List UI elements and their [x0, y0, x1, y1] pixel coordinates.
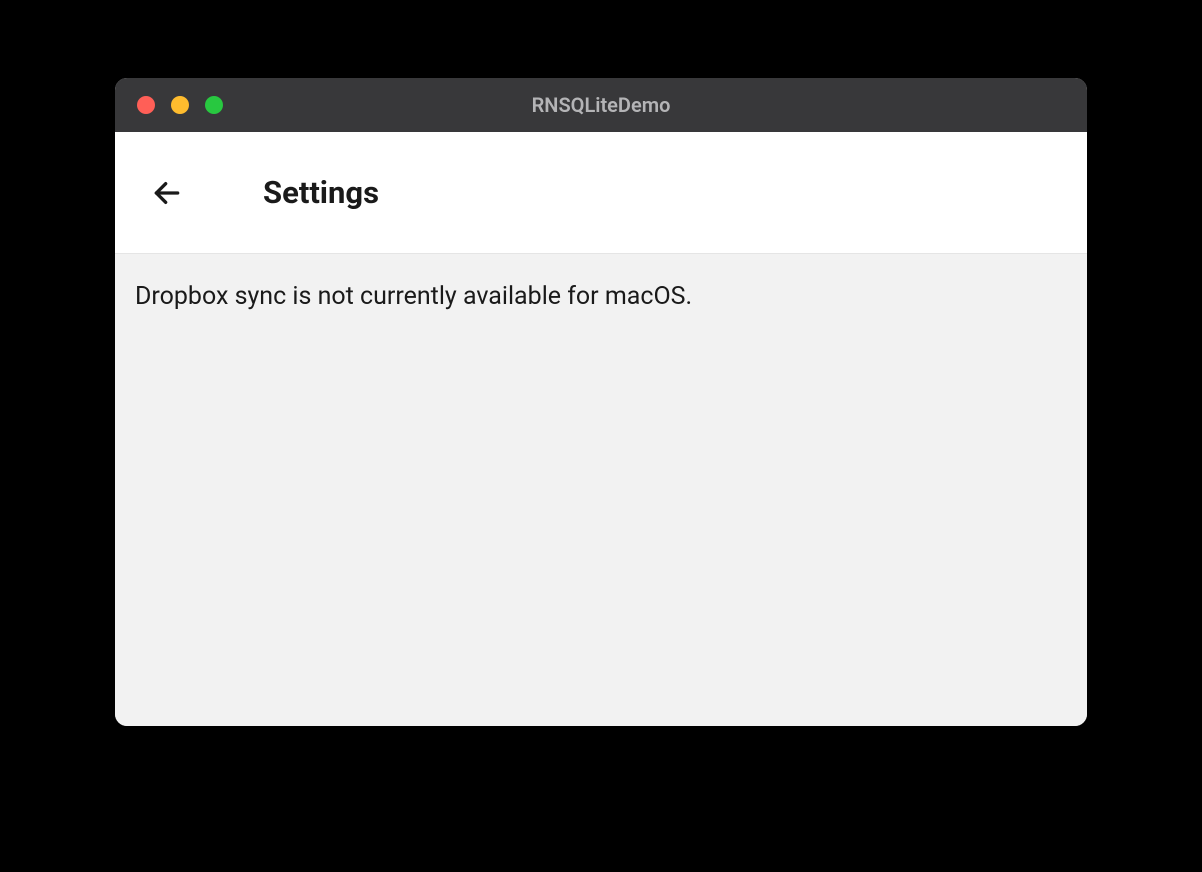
content-area: Dropbox sync is not currently available …	[115, 254, 1087, 726]
maximize-window-button[interactable]	[205, 96, 223, 114]
traffic-lights	[115, 96, 223, 114]
window-title: RNSQLiteDemo	[532, 93, 671, 117]
back-button[interactable]	[145, 171, 189, 215]
status-message: Dropbox sync is not currently available …	[135, 282, 1067, 311]
minimize-window-button[interactable]	[171, 96, 189, 114]
titlebar: RNSQLiteDemo	[115, 78, 1087, 132]
arrow-left-icon	[151, 177, 183, 209]
page-header: Settings	[115, 132, 1087, 254]
app-window: RNSQLiteDemo Settings Dropbox sync is no…	[115, 78, 1087, 726]
page-title: Settings	[263, 174, 379, 211]
close-window-button[interactable]	[137, 96, 155, 114]
